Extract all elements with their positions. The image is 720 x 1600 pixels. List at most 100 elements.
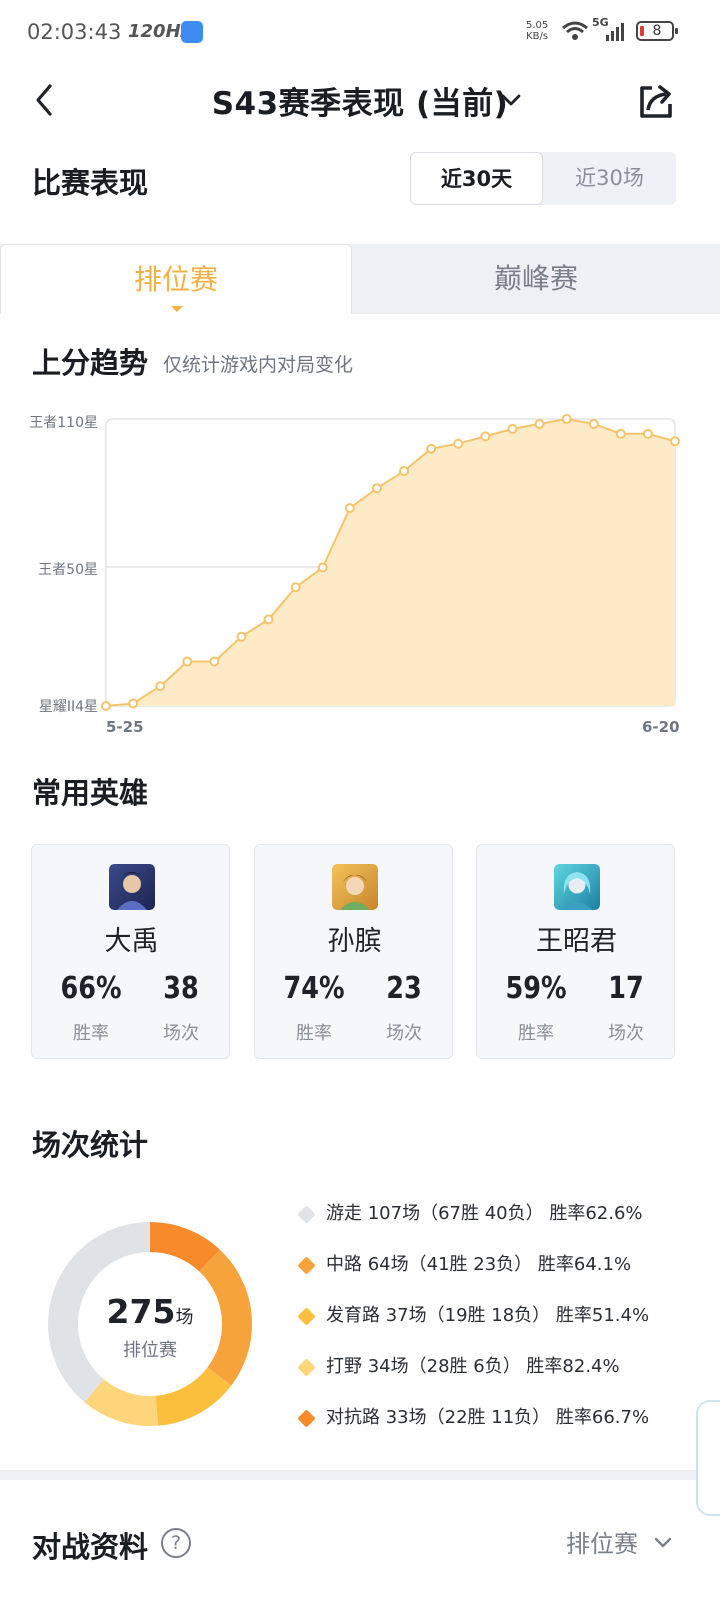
hero-card-wangzhaojun[interactable]: 王昭君 59% 17 胜率 场次 — [476, 844, 675, 1059]
section-divider — [0, 1470, 720, 1480]
hero-win-rate: 74% — [283, 971, 345, 1006]
battle-mode-select[interactable]: 排位赛 — [566, 1524, 638, 1559]
network-speed-value: 5.05 — [526, 20, 549, 31]
trend-point — [670, 436, 680, 447]
legend-item-clash: 对抗路 33场（22胜 11负） 胜率66.7% — [296, 1400, 716, 1451]
range-toggle: 近30天 近30场 — [410, 152, 676, 205]
hero-name: 王昭君 — [536, 926, 617, 957]
legend-diamond-icon — [297, 1358, 316, 1377]
legend-diamond-icon — [297, 1409, 316, 1428]
total-games-unit: 场 — [175, 1307, 194, 1328]
battery-level: 8 — [652, 23, 662, 39]
trend-point — [561, 414, 572, 424]
tab-peak[interactable]: 巅峰赛 — [352, 244, 720, 314]
network-speed: 5.05 KB/s — [526, 20, 548, 42]
legend-item-roam: 游走 107场（67胜 40负） 胜率62.6% — [296, 1196, 716, 1247]
trend-point — [371, 483, 382, 494]
games-label: 场次 — [608, 1023, 644, 1044]
range-option-30-games[interactable]: 近30场 — [543, 152, 676, 205]
help-icon[interactable]: ? — [161, 1528, 191, 1558]
hero-games: 38 — [163, 971, 199, 1006]
trend-point — [182, 656, 193, 667]
legend-label: 游走 107场（67胜 40负） 胜率62.6% — [326, 1203, 643, 1224]
hero-name: 孙膑 — [327, 926, 382, 957]
tab-peak-label: 巅峰赛 — [493, 262, 578, 295]
role-legend: 游走 107场（67胜 40负） 胜率62.6% 中路 64场（41胜 23负）… — [296, 1196, 716, 1451]
legend-item-jungle: 打野 34场（28胜 6负） 胜率82.4% — [296, 1349, 716, 1400]
trend-point — [399, 465, 410, 476]
battle-data-heading: 对战资料 — [32, 1530, 149, 1564]
total-games: 275场 — [48, 1292, 252, 1331]
trend-point — [290, 582, 301, 593]
hero-name: 大禹 — [104, 926, 159, 957]
legend-label: 打野 34场（28胜 6负） 胜率82.4% — [326, 1356, 620, 1377]
trend-point — [480, 431, 491, 442]
app-notification-icon — [181, 21, 203, 43]
trend-point — [588, 418, 599, 429]
network-type: 5G — [592, 16, 609, 29]
mode-tabs: 排位赛 巅峰赛 — [0, 244, 720, 314]
legend-diamond-icon — [297, 1307, 316, 1326]
total-games-mode: 排位赛 — [123, 1340, 177, 1361]
hero-card-sunbin[interactable]: 孙膑 74% 23 胜率 场次 — [254, 844, 453, 1059]
hero-games: 17 — [608, 971, 644, 1006]
status-time: 02:03:43 — [27, 20, 122, 44]
chevron-down-icon[interactable] — [497, 86, 525, 114]
games-label: 场次 — [163, 1023, 199, 1044]
total-games-value: 275 — [106, 1292, 176, 1331]
chevron-down-icon[interactable] — [651, 1530, 675, 1554]
hero-card-dayu[interactable]: 大禹 66% 38 胜率 场次 — [31, 844, 230, 1059]
match-stats-heading: 场次统计 — [32, 1128, 149, 1162]
trend-heading: 上分趋势 — [32, 346, 149, 380]
hero-win-rate: 66% — [60, 971, 122, 1006]
hero-avatar-dayu — [109, 864, 155, 910]
hero-win-rate: 59% — [505, 971, 567, 1006]
status-bar: 02:03:43 120HZ 5.05 KB/s 5G 8 — [0, 0, 720, 62]
trend-point — [263, 614, 274, 625]
floating-side-handle[interactable] — [696, 1400, 720, 1516]
win-rate-label: 胜率 — [518, 1023, 554, 1044]
trend-point — [507, 423, 518, 434]
heroes-heading: 常用英雄 — [32, 776, 149, 810]
active-tab-indicator — [171, 306, 183, 312]
trend-point — [317, 562, 328, 573]
trend-note: 仅统计游戏内对局变化 — [163, 354, 354, 376]
performance-heading: 比赛表现 — [32, 166, 149, 200]
donut-center: 275场 排位赛 — [48, 1222, 252, 1426]
legend-item-farm: 发育路 37场（19胜 18负） 胜率51.4% — [296, 1298, 716, 1349]
trend-point — [209, 656, 220, 667]
games-label: 场次 — [386, 1023, 422, 1044]
hero-avatar-wangzhaojun — [554, 864, 600, 910]
signal-icons: 5G — [560, 16, 630, 48]
trend-point — [128, 698, 139, 709]
hero-games: 23 — [386, 971, 422, 1006]
trend-point — [344, 503, 355, 514]
trend-point — [642, 428, 653, 439]
win-rate-label: 胜率 — [296, 1023, 332, 1044]
legend-diamond-icon — [297, 1205, 316, 1224]
back-icon[interactable] — [28, 82, 64, 118]
legend-label: 对抗路 33场（22胜 11负） 胜率66.7% — [326, 1407, 650, 1428]
rank-trend-chart: 王者110星 王者50星 星耀II4星 5-25 6-20 — [0, 400, 720, 750]
trend-point — [615, 428, 626, 439]
tab-ranked[interactable]: 排位赛 — [0, 244, 352, 314]
trend-point — [534, 418, 545, 429]
network-speed-unit: KB/s — [526, 31, 549, 42]
trend-point — [426, 443, 437, 454]
trend-point — [453, 438, 464, 449]
hero-avatar-sunbin — [332, 864, 378, 910]
tab-ranked-label: 排位赛 — [133, 263, 218, 296]
trend-point — [101, 701, 111, 711]
trend-point — [155, 681, 166, 692]
legend-label: 发育路 37场（19胜 18负） 胜率51.4% — [326, 1305, 650, 1326]
trend-plot — [101, 414, 680, 711]
battery-icon: 8 — [636, 21, 678, 41]
legend-label: 中路 64场（41胜 23负） 胜率64.1% — [326, 1254, 632, 1275]
range-option-30-days[interactable]: 近30天 — [410, 152, 543, 205]
win-rate-label: 胜率 — [73, 1023, 109, 1044]
legend-diamond-icon — [297, 1256, 316, 1275]
trend-point — [236, 631, 247, 642]
legend-item-mid: 中路 64场（41胜 23负） 胜率64.1% — [296, 1247, 716, 1298]
page-title: S43赛季表现 (当前) — [211, 86, 509, 122]
share-icon[interactable] — [636, 82, 676, 122]
